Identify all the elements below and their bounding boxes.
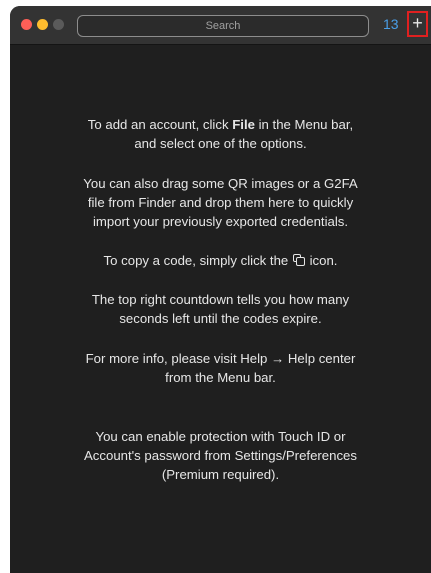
minimize-window-button[interactable]: [37, 19, 48, 30]
instruction-text: To copy a code, simply click the: [103, 253, 292, 268]
instruction-text: icon.: [305, 253, 338, 268]
instruction-line: from the Menu bar.: [165, 370, 276, 385]
add-account-button[interactable]: +: [407, 11, 428, 37]
instruction-line: and select one of the options.: [134, 136, 307, 151]
instruction-line: file from Finder and drop them here to q…: [87, 195, 354, 210]
instruction-line: You can enable protection with Touch ID …: [95, 429, 346, 444]
instruction-line: To add an account, click File in the Men…: [10, 115, 431, 134]
instruction-line: (Premium required).: [161, 467, 280, 482]
empty-state-instructions: To add an account, click File in the Men…: [10, 45, 431, 573]
search-input[interactable]: Search: [77, 15, 369, 37]
instruction-line: You can also drag some QR images or a G2…: [83, 176, 358, 191]
countdown-timer: 13: [383, 16, 399, 32]
instruction-line: For more info, please visit Help → Help …: [85, 351, 356, 366]
titlebar: Search 13 +: [10, 6, 431, 45]
drag-drop-instruction: You can also drag some QR images or a G2…: [10, 174, 431, 231]
add-account-instruction: To add an account, click File in the Men…: [10, 115, 431, 153]
help-instruction: For more info, please visit Help → Help …: [10, 349, 431, 387]
instruction-line: import your previously exported credenti…: [92, 214, 349, 229]
protection-instruction: You can enable protection with Touch ID …: [10, 427, 431, 484]
instruction-text: in the Menu bar,: [254, 117, 354, 132]
zoom-window-button[interactable]: [53, 19, 64, 30]
instruction-line: seconds left until the codes expire.: [119, 311, 322, 326]
file-menu-reference: File: [232, 117, 255, 132]
copy-icon: [292, 254, 305, 266]
instruction-line: The top right countdown tells you how ma…: [91, 292, 350, 307]
instruction-text: To add an account, click: [87, 117, 233, 132]
app-window: Search 13 + To add an account, click Fil…: [10, 6, 431, 573]
instruction-line: Account's password from Settings/Prefere…: [84, 448, 357, 463]
instruction-line: To copy a code, simply click the icon.: [10, 251, 431, 270]
close-window-button[interactable]: [21, 19, 32, 30]
copy-code-instruction: To copy a code, simply click the icon.: [10, 251, 431, 270]
countdown-instruction: The top right countdown tells you how ma…: [10, 290, 431, 328]
